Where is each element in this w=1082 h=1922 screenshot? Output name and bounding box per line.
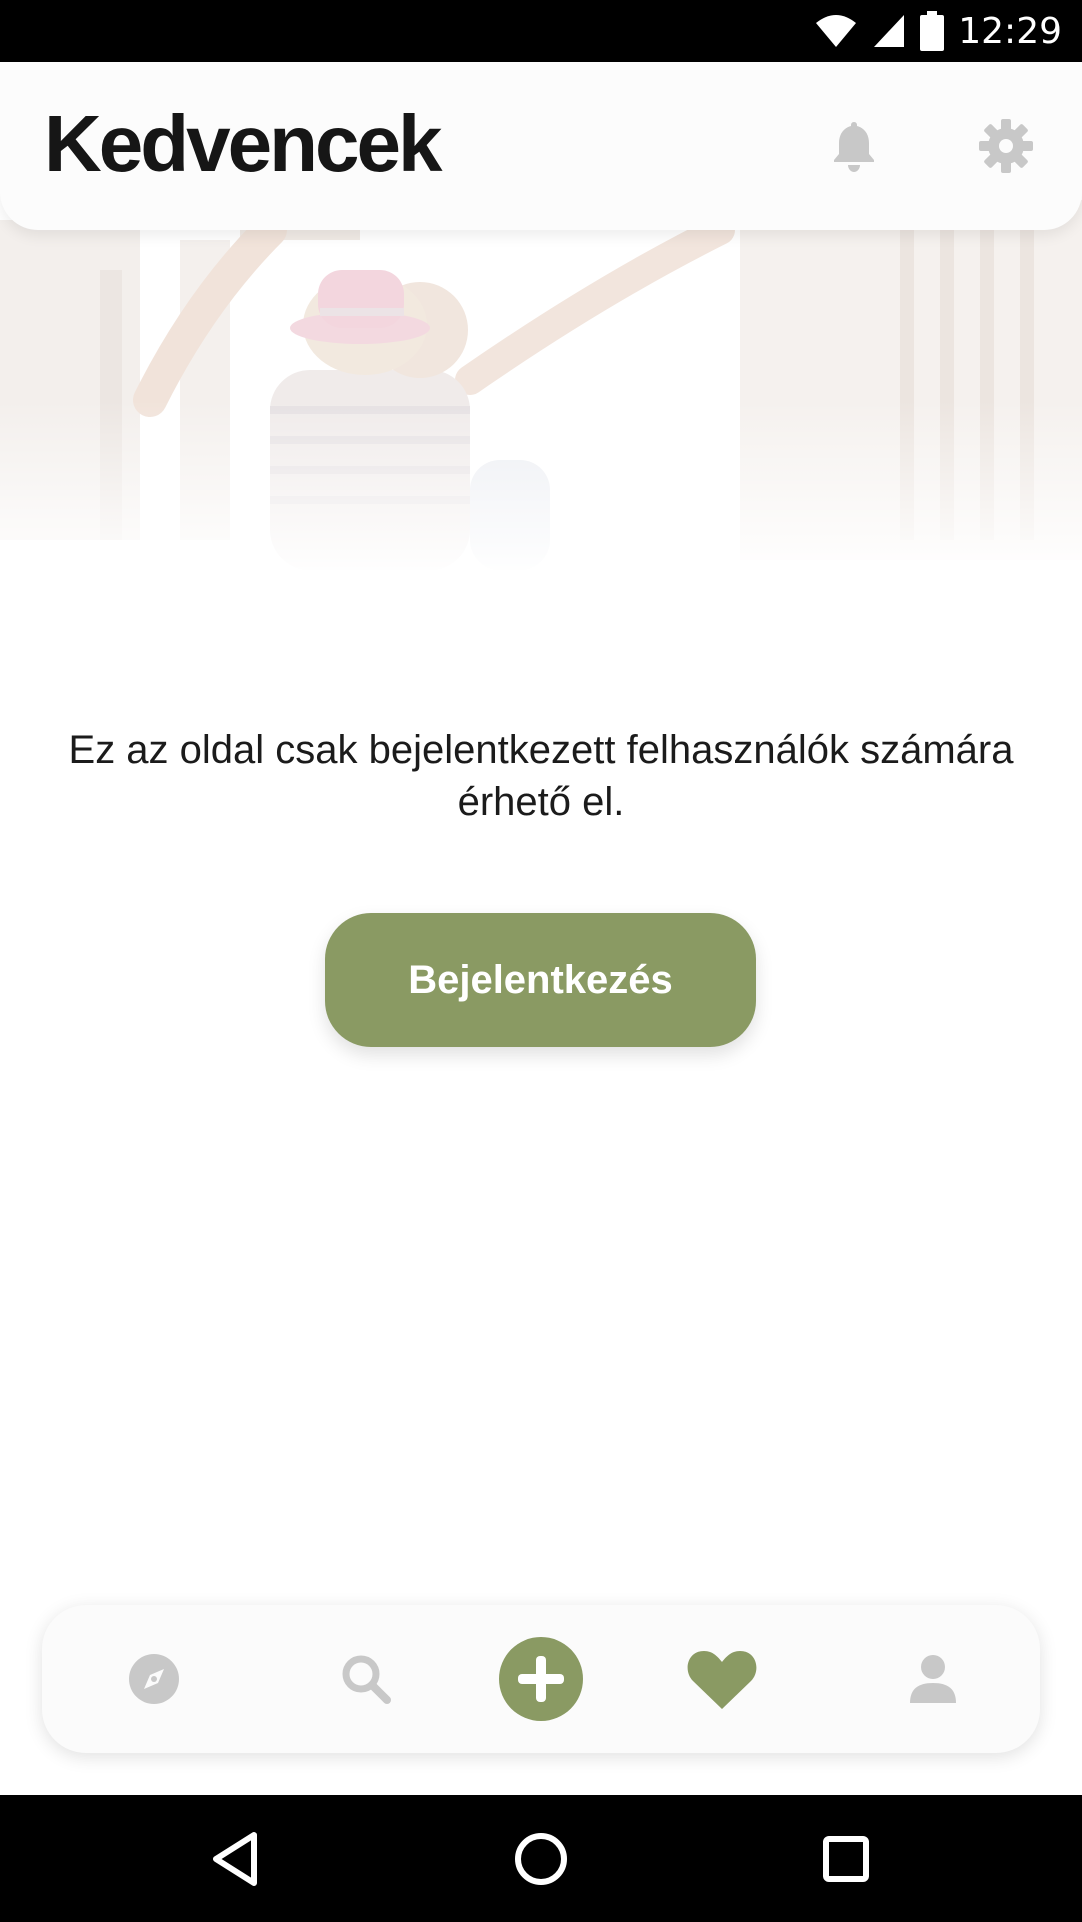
- app-header: Kedvencek: [0, 62, 1082, 230]
- system-nav-bar: [0, 1795, 1082, 1922]
- nav-item-explore[interactable]: [104, 1605, 204, 1753]
- hero-image: [0, 180, 1082, 580]
- bottom-nav: [42, 1605, 1040, 1753]
- nav-item-favorites[interactable]: [672, 1605, 772, 1753]
- system-back-button[interactable]: [204, 1827, 268, 1891]
- back-icon: [213, 1832, 257, 1886]
- search-icon: [342, 1655, 391, 1704]
- system-recents-button[interactable]: [814, 1827, 878, 1891]
- system-home-button[interactable]: [509, 1827, 573, 1891]
- login-required-message: Ez az oldal csak bejelentkezett felhaszn…: [68, 728, 1014, 824]
- nav-item-profile[interactable]: [883, 1605, 983, 1753]
- settings-button[interactable]: [976, 116, 1036, 176]
- add-icon: [499, 1637, 583, 1721]
- profile-icon: [910, 1655, 956, 1703]
- nav-item-search[interactable]: [316, 1605, 416, 1753]
- recents-icon: [823, 1836, 869, 1882]
- status-bar: 12:29: [0, 0, 1082, 62]
- battery-icon: [920, 11, 945, 51]
- compass-icon: [129, 1654, 179, 1704]
- gear-icon: [979, 119, 1033, 173]
- signal-icon: [874, 15, 905, 47]
- status-time: 12:29: [958, 10, 1062, 52]
- notifications-button[interactable]: [824, 116, 884, 176]
- wifi-icon: [816, 15, 857, 47]
- heart-icon: [687, 1651, 757, 1709]
- nav-item-add[interactable]: [491, 1605, 591, 1753]
- home-icon: [515, 1833, 567, 1885]
- page-title: Kedvencek: [44, 99, 442, 188]
- bell-icon: [834, 122, 874, 172]
- login-button[interactable]: Bejelentkezés: [325, 913, 756, 1047]
